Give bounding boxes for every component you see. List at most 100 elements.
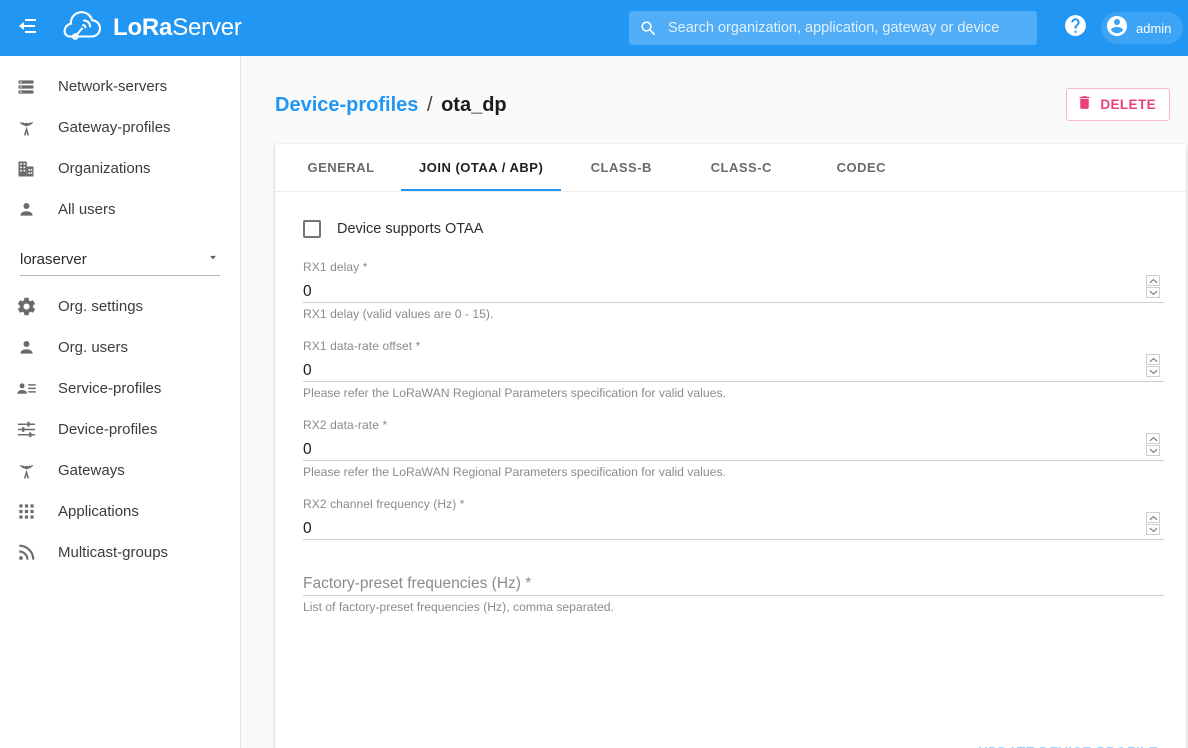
sidebar-item-label: Multicast-groups — [58, 544, 168, 561]
server-stack-icon — [14, 75, 38, 99]
tab-join-otaa-abp[interactable]: JOIN (OTAA / ABP) — [401, 144, 561, 191]
stepper-down-icon[interactable] — [1146, 524, 1160, 535]
rx2-data-rate-hint: Please refer the LoRaWAN Regional Parame… — [303, 465, 1164, 479]
menu-toggle-button[interactable] — [0, 0, 56, 56]
rx1-data-rate-offset-stepper[interactable] — [1146, 354, 1160, 377]
stepper-up-icon[interactable] — [1146, 433, 1160, 444]
tab-bar: GENERAL JOIN (OTAA / ABP) CLASS-B CLASS-… — [275, 144, 1186, 192]
factory-preset-frequencies-field: Factory-preset frequencies (Hz) * List o… — [289, 566, 1164, 614]
stepper-down-icon[interactable] — [1146, 287, 1160, 298]
rx1-data-rate-offset-input[interactable] — [303, 361, 1164, 381]
organization-select-value: loraserver — [20, 251, 87, 268]
sidebar-item-label: Organizations — [58, 160, 151, 177]
cloud-logo-icon — [62, 11, 104, 46]
app-logo-text: LoRaServer — [113, 14, 242, 42]
stepper-up-icon[interactable] — [1146, 275, 1160, 286]
sidebar-item-network-servers[interactable]: Network-servers — [0, 66, 240, 107]
sidebar-top-spacer — [0, 56, 240, 66]
stepper-down-icon[interactable] — [1146, 445, 1160, 456]
organization-select[interactable]: loraserver — [20, 244, 220, 276]
page-header: Device-profiles / ota_dp DELETE — [241, 56, 1188, 142]
sidebar-item-service-profiles[interactable]: Service-profiles — [0, 368, 240, 409]
rx1-data-rate-offset-hint: Please refer the LoRaWAN Regional Parame… — [303, 386, 1164, 400]
account-circle-icon — [1105, 14, 1129, 43]
breadcrumb-separator: / — [427, 94, 433, 116]
factory-preset-frequencies-placeholder: Factory-preset frequencies (Hz) * — [303, 573, 531, 595]
sidebar-item-device-profiles[interactable]: Device-profiles — [0, 409, 240, 450]
rx2-channel-frequency-label: RX2 channel frequency (Hz) * — [303, 497, 1164, 511]
person-icon — [14, 336, 38, 360]
rx2-data-rate-input-line[interactable] — [303, 436, 1164, 461]
rx2-data-rate-stepper[interactable] — [1146, 433, 1160, 456]
otaa-checkbox[interactable] — [303, 220, 321, 238]
sidebar-item-label: Org. users — [58, 339, 128, 356]
sidebar-item-org-users[interactable]: Org. users — [0, 327, 240, 368]
rss-icon — [14, 541, 38, 565]
rx1-delay-stepper[interactable] — [1146, 275, 1160, 298]
breadcrumb-parent-link[interactable]: Device-profiles — [275, 94, 418, 116]
menu-open-icon — [16, 14, 40, 43]
sidebar-item-gateways[interactable]: Gateways — [0, 450, 240, 491]
sidebar-item-label: All users — [58, 201, 116, 218]
rx1-data-rate-offset-field: RX1 data-rate offset * Please refer the … — [289, 339, 1164, 400]
rx2-channel-frequency-stepper[interactable] — [1146, 512, 1160, 535]
otaa-checkbox-label: Device supports OTAA — [337, 221, 483, 237]
tab-general[interactable]: GENERAL — [281, 144, 401, 191]
search-input[interactable] — [668, 20, 1027, 36]
sidebar-item-label: Org. settings — [58, 298, 143, 315]
antenna-icon — [14, 459, 38, 483]
sidebar-item-multicast-groups[interactable]: Multicast-groups — [0, 532, 240, 573]
search-box[interactable] — [629, 11, 1037, 45]
sidebar-item-label: Device-profiles — [58, 421, 157, 438]
breadcrumb-current: ota_dp — [441, 94, 507, 116]
logo-bold-text: LoRa — [113, 14, 172, 41]
tab-class-c[interactable]: CLASS-C — [681, 144, 801, 191]
rx1-delay-input-line[interactable] — [303, 278, 1164, 303]
rx1-data-rate-offset-input-line[interactable] — [303, 357, 1164, 382]
rx1-delay-hint: RX1 delay (valid values are 0 - 15). — [303, 307, 1164, 321]
rx1-delay-input[interactable] — [303, 282, 1164, 302]
chevron-down-icon — [206, 250, 220, 269]
factory-preset-frequencies-input-line[interactable]: Factory-preset frequencies (Hz) * — [303, 566, 1164, 596]
account-button[interactable]: admin — [1101, 12, 1183, 44]
rx2-channel-frequency-field: RX2 channel frequency (Hz) * — [289, 497, 1164, 540]
tab-codec[interactable]: CODEC — [801, 144, 921, 191]
logo-light-text: Server — [172, 14, 242, 41]
sliders-icon — [14, 418, 38, 442]
rx2-data-rate-input[interactable] — [303, 440, 1164, 460]
sidebar-item-applications[interactable]: Applications — [0, 491, 240, 532]
card-actions: UPDATE DEVICE-PROFILE — [964, 737, 1172, 748]
join-settings-form: Device supports OTAA RX1 delay * — [275, 192, 1186, 614]
help-button[interactable] — [1061, 14, 1089, 42]
breadcrumb: Device-profiles / ota_dp — [275, 94, 1188, 117]
sidebar-item-all-users[interactable]: All users — [0, 189, 240, 230]
help-circle-icon — [1063, 13, 1088, 43]
sidebar-item-gateway-profiles[interactable]: Gateway-profiles — [0, 107, 240, 148]
sidebar-item-organizations[interactable]: Organizations — [0, 148, 240, 189]
stepper-up-icon[interactable] — [1146, 354, 1160, 365]
sidebar-item-label: Gateway-profiles — [58, 119, 171, 136]
app-logo[interactable]: LoRaServer — [62, 11, 242, 46]
rx2-channel-frequency-input[interactable] — [303, 519, 1164, 539]
stepper-down-icon[interactable] — [1146, 366, 1160, 377]
rx1-delay-label: RX1 delay * — [303, 260, 1164, 274]
antenna-icon — [14, 116, 38, 140]
delete-button-label: DELETE — [1100, 97, 1156, 112]
trash-icon — [1076, 94, 1093, 116]
otaa-checkbox-row[interactable]: Device supports OTAA — [289, 220, 1164, 238]
rx1-delay-field: RX1 delay * RX1 delay (valid values are … — [289, 260, 1164, 321]
rx2-data-rate-label: RX2 data-rate * — [303, 418, 1164, 432]
sidebar-item-label: Network-servers — [58, 78, 167, 95]
delete-button[interactable]: DELETE — [1066, 88, 1170, 121]
rx1-data-rate-offset-label: RX1 data-rate offset * — [303, 339, 1164, 353]
sidebar-item-label: Service-profiles — [58, 380, 161, 397]
sidebar-item-label: Gateways — [58, 462, 125, 479]
rx2-channel-frequency-input-line[interactable] — [303, 515, 1164, 540]
stepper-up-icon[interactable] — [1146, 512, 1160, 523]
tab-class-b[interactable]: CLASS-B — [561, 144, 681, 191]
sidebar: Network-servers Gateway-profiles — [0, 56, 241, 748]
rx2-data-rate-field: RX2 data-rate * Please refer the LoRaWAN… — [289, 418, 1164, 479]
grid-apps-icon — [14, 500, 38, 524]
update-device-profile-button[interactable]: UPDATE DEVICE-PROFILE — [964, 737, 1172, 748]
sidebar-item-org-settings[interactable]: Org. settings — [0, 286, 240, 327]
